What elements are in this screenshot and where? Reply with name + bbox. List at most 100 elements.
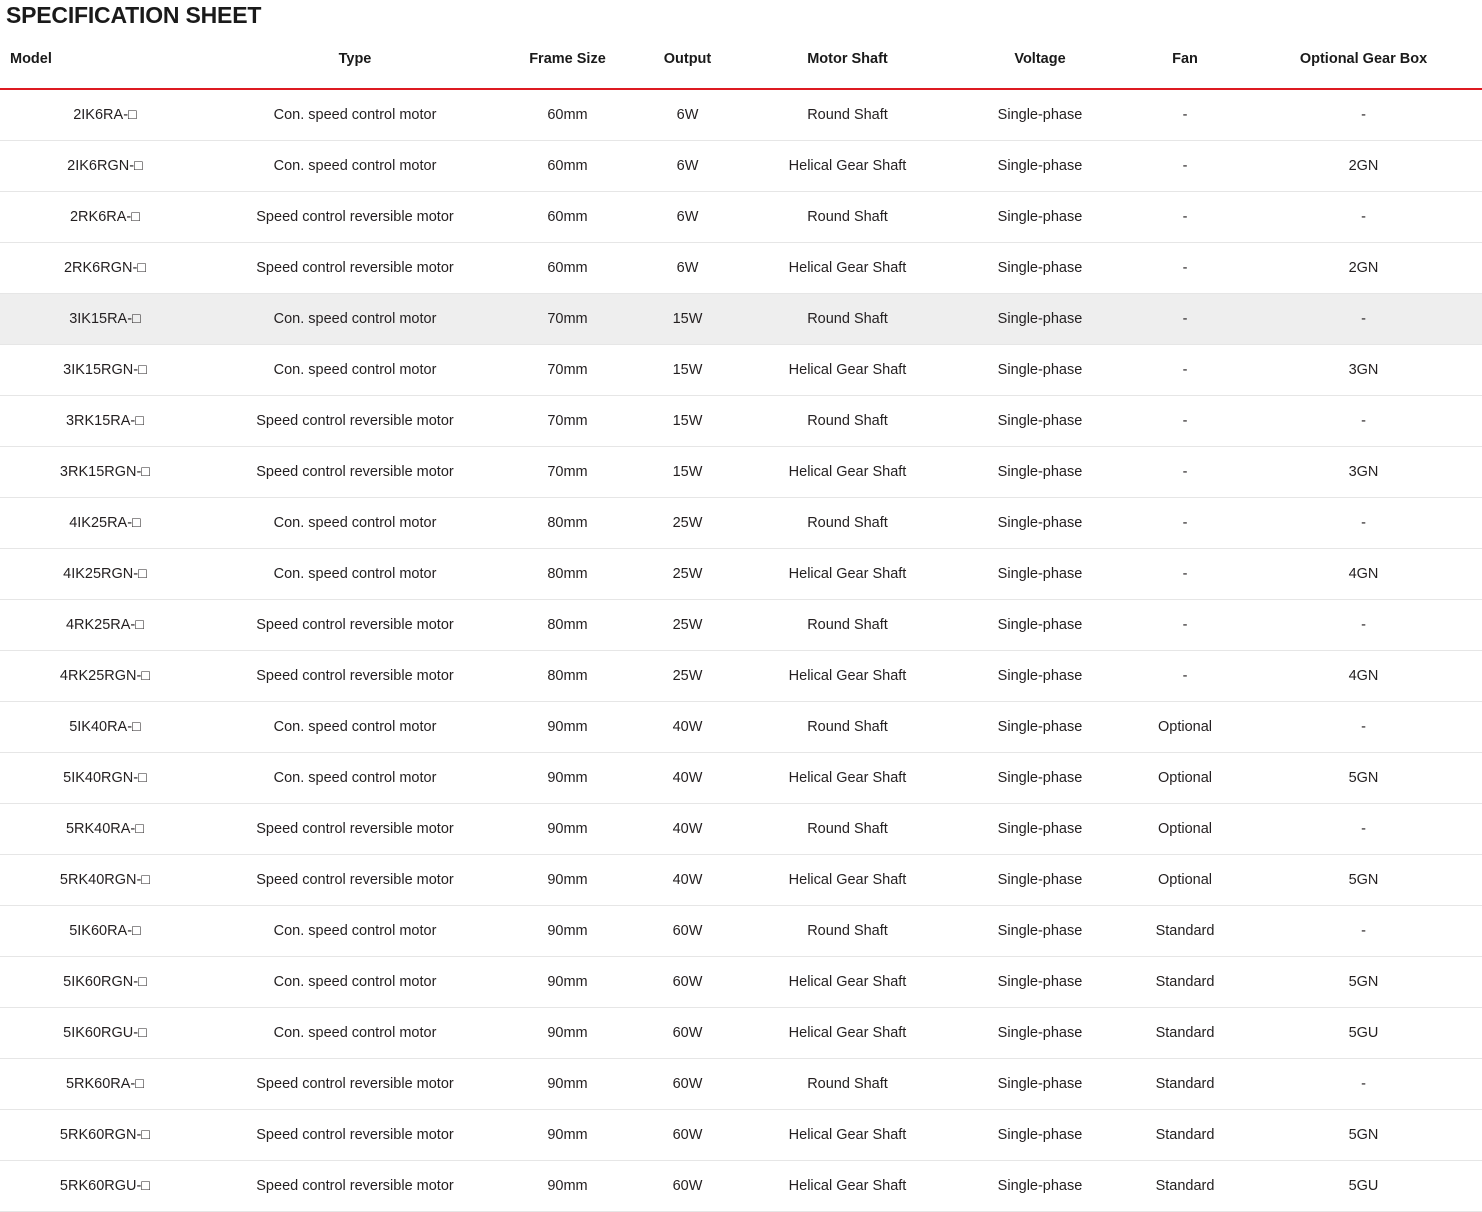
cell-frame: 90mm	[500, 803, 635, 855]
cell-type: Speed control reversible motor	[210, 803, 500, 855]
cell-gearbox: 4GN	[1245, 548, 1482, 600]
cell-output: 40W	[635, 701, 740, 753]
cell-output: 60W	[635, 956, 740, 1008]
cell-model: 5IK60RGN-□	[0, 956, 210, 1008]
cell-voltage: Single-phase	[955, 854, 1125, 906]
cell-fan: Optional	[1125, 854, 1245, 906]
cell-type: Con. speed control motor	[210, 752, 500, 804]
cell-gearbox: 5GU	[1245, 1007, 1482, 1059]
cell-model: 5IK40RGN-□	[0, 752, 210, 804]
table-row[interactable]: 2IK6RGN-□ Con. speed control motor 60mm 6W H…	[0, 140, 1482, 192]
cell-shaft: Round Shaft	[740, 1058, 955, 1110]
column-header-voltage: Voltage	[955, 46, 1125, 90]
cell-fan: Standard	[1125, 1109, 1245, 1161]
table-row[interactable]: 2RK6RA-□ Speed control reversible motor 60…	[0, 191, 1482, 243]
cell-fan: -	[1125, 293, 1245, 345]
table-row[interactable]: 4RK25RA-□ Speed control reversible motor 8…	[0, 599, 1482, 651]
table-row[interactable]: 5IK60RA-□ Con. speed control motor 90mm 60W…	[0, 905, 1482, 957]
cell-fan: -	[1125, 599, 1245, 651]
table-row[interactable]: 4IK25RGN-□ Con. speed control motor 80mm 25…	[0, 548, 1482, 600]
cell-model: 5RK40RGN-□	[0, 854, 210, 906]
table-body: 2IK6RA-□ Con. speed control motor 60mm 6W Ro…	[0, 89, 1482, 1212]
cell-gearbox: 2GN	[1245, 140, 1482, 192]
cell-voltage: Single-phase	[955, 803, 1125, 855]
table-row[interactable]: 4RK25RGN-□ Speed control reversible motor…	[0, 650, 1482, 702]
table-row[interactable]: 5RK60RA-□ Speed control reversible motor 9…	[0, 1058, 1482, 1110]
table-row[interactable]: 3RK15RGN-□ Speed control reversible motor…	[0, 446, 1482, 498]
cell-voltage: Single-phase	[955, 599, 1125, 651]
table-row[interactable]: 2RK6RGN-□ Speed control reversible motor 6…	[0, 242, 1482, 294]
table-row[interactable]: 2IK6RA-□ Con. speed control motor 60mm 6W Ro…	[0, 89, 1482, 141]
cell-frame: 80mm	[500, 497, 635, 549]
cell-voltage: Single-phase	[955, 293, 1125, 345]
cell-type: Speed control reversible motor	[210, 1058, 500, 1110]
specification-sheet-page: SPECIFICATION SHEET Model Type Frame Siz…	[0, 0, 1482, 1212]
cell-shaft: Round Shaft	[740, 293, 955, 345]
cell-fan: -	[1125, 140, 1245, 192]
table-row[interactable]: 3RK15RA-□ Speed control reversible motor 7…	[0, 395, 1482, 447]
cell-fan: -	[1125, 191, 1245, 243]
cell-frame: 70mm	[500, 446, 635, 498]
cell-shaft: Helical Gear Shaft	[740, 854, 955, 906]
cell-shaft: Round Shaft	[740, 701, 955, 753]
cell-frame: 70mm	[500, 395, 635, 447]
cell-type: Speed control reversible motor	[210, 1109, 500, 1161]
cell-output: 15W	[635, 293, 740, 345]
cell-type: Con. speed control motor	[210, 89, 500, 141]
cell-fan: -	[1125, 242, 1245, 294]
table-row[interactable]: 5IK60RGU-□ Con. speed control motor 90mm 60…	[0, 1007, 1482, 1059]
cell-output: 25W	[635, 497, 740, 549]
cell-fan: -	[1125, 650, 1245, 702]
cell-shaft: Helical Gear Shaft	[740, 1007, 955, 1059]
page-title: SPECIFICATION SHEET	[6, 2, 262, 28]
cell-output: 60W	[635, 1007, 740, 1059]
cell-voltage: Single-phase	[955, 446, 1125, 498]
cell-output: 60W	[635, 1160, 740, 1212]
cell-fan: Optional	[1125, 803, 1245, 855]
specification-table: Model Type Frame Size Output Motor Shaft…	[0, 46, 1482, 1212]
cell-model: 4IK25RA-□	[0, 497, 210, 549]
cell-model: 3RK15RGN-□	[0, 446, 210, 498]
table-row[interactable]: 3IK15RA-□ Con. speed control motor 70mm 15W…	[0, 293, 1482, 345]
cell-model: 4RK25RA-□	[0, 599, 210, 651]
table-row[interactable]: 5RK60RGU-□ Speed control reversible motor…	[0, 1160, 1482, 1212]
cell-output: 60W	[635, 905, 740, 957]
cell-type: Speed control reversible motor	[210, 242, 500, 294]
cell-output: 6W	[635, 140, 740, 192]
cell-gearbox: 5GN	[1245, 752, 1482, 804]
cell-gearbox: -	[1245, 293, 1482, 345]
cell-model: 2RK6RA-□	[0, 191, 210, 243]
column-header-output: Output	[635, 46, 740, 90]
table-row[interactable]: 5IK40RA-□ Con. speed control motor 90mm 40W…	[0, 701, 1482, 753]
cell-type: Speed control reversible motor	[210, 854, 500, 906]
table-row[interactable]: 5RK40RA-□ Speed control reversible motor 9…	[0, 803, 1482, 855]
cell-type: Con. speed control motor	[210, 548, 500, 600]
cell-voltage: Single-phase	[955, 701, 1125, 753]
cell-fan: -	[1125, 344, 1245, 396]
cell-voltage: Single-phase	[955, 191, 1125, 243]
table-row[interactable]: 4IK25RA-□ Con. speed control motor 80mm 25W…	[0, 497, 1482, 549]
cell-model: 4IK25RGN-□	[0, 548, 210, 600]
cell-output: 40W	[635, 803, 740, 855]
cell-type: Con. speed control motor	[210, 905, 500, 957]
cell-output: 25W	[635, 599, 740, 651]
cell-voltage: Single-phase	[955, 650, 1125, 702]
table-row[interactable]: 5IK40RGN-□ Con. speed control motor 90mm 40…	[0, 752, 1482, 804]
cell-type: Speed control reversible motor	[210, 446, 500, 498]
table-row[interactable]: 5RK60RGN-□ Speed control reversible motor…	[0, 1109, 1482, 1161]
cell-gearbox: -	[1245, 395, 1482, 447]
cell-frame: 80mm	[500, 548, 635, 600]
cell-gearbox: 5GU	[1245, 1160, 1482, 1212]
table-header: Model Type Frame Size Output Motor Shaft…	[0, 46, 1482, 90]
cell-model: 5RK60RGN-□	[0, 1109, 210, 1161]
cell-gearbox: 3GN	[1245, 344, 1482, 396]
cell-voltage: Single-phase	[955, 1058, 1125, 1110]
cell-shaft: Round Shaft	[740, 599, 955, 651]
table-row[interactable]: 5RK40RGN-□ Speed control reversible motor…	[0, 854, 1482, 906]
column-header-type: Type	[210, 46, 500, 90]
cell-gearbox: -	[1245, 191, 1482, 243]
table-row[interactable]: 5IK60RGN-□ Con. speed control motor 90mm 60…	[0, 956, 1482, 1008]
cell-type: Con. speed control motor	[210, 344, 500, 396]
cell-shaft: Helical Gear Shaft	[740, 752, 955, 804]
table-row[interactable]: 3IK15RGN-□ Con. speed control motor 70mm 15…	[0, 344, 1482, 396]
